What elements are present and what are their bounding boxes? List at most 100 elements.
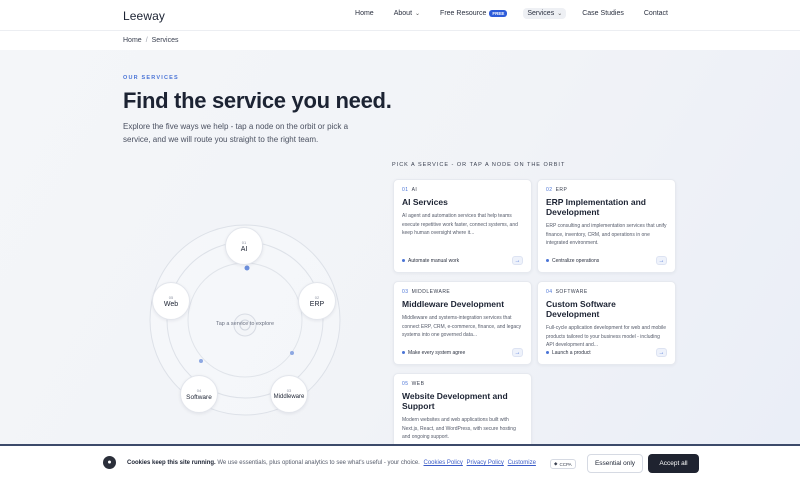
shield-icon: ◆ [554, 461, 558, 466]
nav-services[interactable]: Services ⌄ [523, 8, 567, 19]
bullet-dot-icon [546, 351, 549, 354]
cookie-heading: Cookies keep this site running. [127, 460, 216, 466]
service-card-ai[interactable]: 01 AI AI Services AI agent and automation… [393, 179, 532, 273]
card-category: WEB [411, 381, 425, 387]
service-card-erp[interactable]: 02 ERP ERP Implementation and Development… [537, 179, 676, 273]
privacy-policy-link[interactable]: Privacy Policy [467, 460, 504, 466]
card-tag: 01 AI [402, 187, 523, 193]
card-description: ERP consulting and implementation servic… [546, 223, 667, 246]
node-number: 03 [286, 388, 292, 393]
nav-free-resource-label: Free Resource [440, 10, 487, 17]
cookie-body: We use essentials, plus optional analyti… [217, 460, 420, 466]
nav-about-label: About [393, 10, 413, 17]
node-label: ERP [309, 300, 325, 308]
orbit-node-erp[interactable]: 02 ERP [298, 282, 336, 320]
card-title: AI Services [402, 197, 448, 207]
card-footer: Automate manual work → [402, 256, 523, 265]
chevron-down-icon: ⌄ [415, 11, 421, 17]
service-card-middleware[interactable]: 03 MIDDLEWARE Middleware Development Midd… [393, 281, 532, 365]
arrow-right-icon[interactable]: → [656, 348, 667, 357]
card-footer: Launch a product → [546, 348, 667, 357]
cookies-policy-link[interactable]: Cookies Policy [424, 460, 463, 466]
accept-all-button[interactable]: Accept all [648, 454, 699, 473]
nav-free-resource[interactable]: Free Resource FREE [436, 8, 511, 19]
free-badge: FREE [489, 10, 508, 17]
card-number: 02 [546, 187, 553, 193]
ccpa-label: CCPA [559, 461, 572, 467]
customize-link[interactable]: Customize [508, 460, 536, 466]
node-label: Software [186, 393, 212, 401]
card-category: ERP [555, 187, 568, 193]
bullet-dot-icon [546, 259, 549, 262]
card-tagline-text: Automate manual work [408, 257, 460, 264]
breadcrumb-current: Services [151, 37, 179, 44]
card-title: Middleware Development [402, 299, 505, 309]
orbit-node-ai[interactable]: 01 AI [225, 227, 263, 265]
card-tagline: Centralize operations [546, 258, 599, 264]
service-card-software[interactable]: 04 SOFTWARE Custom Software Development F… [537, 281, 676, 365]
card-description: Modern websites and web applications bui… [402, 417, 516, 440]
card-footer: Make every system agree → [402, 348, 523, 357]
chevron-down-icon: ⌄ [557, 11, 563, 17]
essential-only-button[interactable]: Essential only [587, 454, 643, 473]
page-title: Find the service you need. [123, 88, 392, 113]
node-number: 04 [196, 387, 202, 393]
card-tagline: Launch a product [546, 350, 591, 356]
nav-services-label: Services [527, 10, 555, 17]
card-title: Website Development and Support [402, 391, 508, 411]
orbit-node-web[interactable]: 05 Web [152, 282, 190, 320]
card-tagline: Make every system agree [402, 350, 465, 356]
main-nav: Home About ⌄ Free Resource FREE Services ⌄ … [351, 8, 672, 19]
nav-contact-label: Contact [643, 10, 668, 17]
card-tagline-text: Launch a product [552, 349, 591, 356]
bullet-dot-icon [402, 259, 405, 262]
card-title: ERP Implementation and Development [546, 197, 646, 217]
card-tag: 03 MIDDLEWARE [402, 289, 523, 295]
breadcrumb-separator: / [145, 37, 148, 44]
card-description: AI agent and automation services that he… [402, 213, 518, 236]
orbit-node-middleware[interactable]: 03 Middleware [270, 375, 308, 413]
logo[interactable]: Leeway [123, 9, 165, 23]
arrow-right-icon[interactable]: → [656, 256, 667, 265]
cookie-banner: ● Cookies keep this site running. We use… [0, 444, 800, 480]
picker-label: PICK A SERVICE - OR TAP A NODE ON THE OR… [392, 162, 566, 168]
card-footer: Centralize operations → [546, 256, 667, 265]
card-number: 03 [402, 289, 409, 295]
card-description: Middleware and systems-integration servi… [402, 315, 522, 338]
card-title: Custom Software Development [546, 299, 616, 319]
card-tagline-text: Make every system agree [408, 349, 466, 356]
card-tag: 02 ERP [546, 187, 667, 193]
node-number: 05 [168, 294, 174, 300]
cookie-message: Cookies keep this site running. We use e… [127, 460, 536, 466]
node-number: 01 [241, 239, 247, 245]
card-category: MIDDLEWARE [411, 289, 451, 295]
nav-case-studies-label: Case Studies [582, 10, 624, 17]
breadcrumb-home[interactable]: Home [123, 37, 142, 44]
orbit-node-software[interactable]: 04 Software [180, 375, 218, 413]
card-category: AI [411, 187, 418, 193]
node-label: Middleware [273, 394, 305, 400]
nav-contact[interactable]: Contact [640, 8, 672, 19]
card-number: 04 [546, 289, 553, 295]
nav-case-studies[interactable]: Case Studies [578, 8, 628, 19]
page-subtitle: Explore the five ways we help - tap a no… [123, 122, 349, 144]
nav-about[interactable]: About ⌄ [390, 8, 424, 19]
arrow-right-icon[interactable]: → [512, 348, 523, 357]
node-number: 02 [314, 294, 320, 300]
ccpa-badge[interactable]: ◆ CCPA [550, 459, 576, 469]
node-label: Web [163, 300, 179, 308]
card-tag: 04 SOFTWARE [546, 289, 667, 295]
nav-home[interactable]: Home [351, 8, 378, 19]
service-card-web[interactable]: 05 WEB Website Development and Support Mo… [393, 373, 532, 444]
card-tagline-text: Centralize operations [552, 257, 600, 264]
bullet-dot-icon [402, 351, 405, 354]
node-label: AI [240, 245, 248, 253]
nav-home-label: Home [355, 10, 374, 17]
card-tagline: Automate manual work [402, 258, 459, 264]
card-number: 05 [402, 381, 409, 387]
card-description: Full-cycle application development for w… [546, 325, 667, 348]
site-header: Leeway Home About ⌄ Free Resource FREE Ser… [0, 0, 800, 31]
arrow-right-icon[interactable]: → [512, 256, 523, 265]
card-tag: 05 WEB [402, 381, 523, 387]
service-orbit: Tap a service to explore 01 AI 02 ERP 03… [140, 215, 350, 425]
